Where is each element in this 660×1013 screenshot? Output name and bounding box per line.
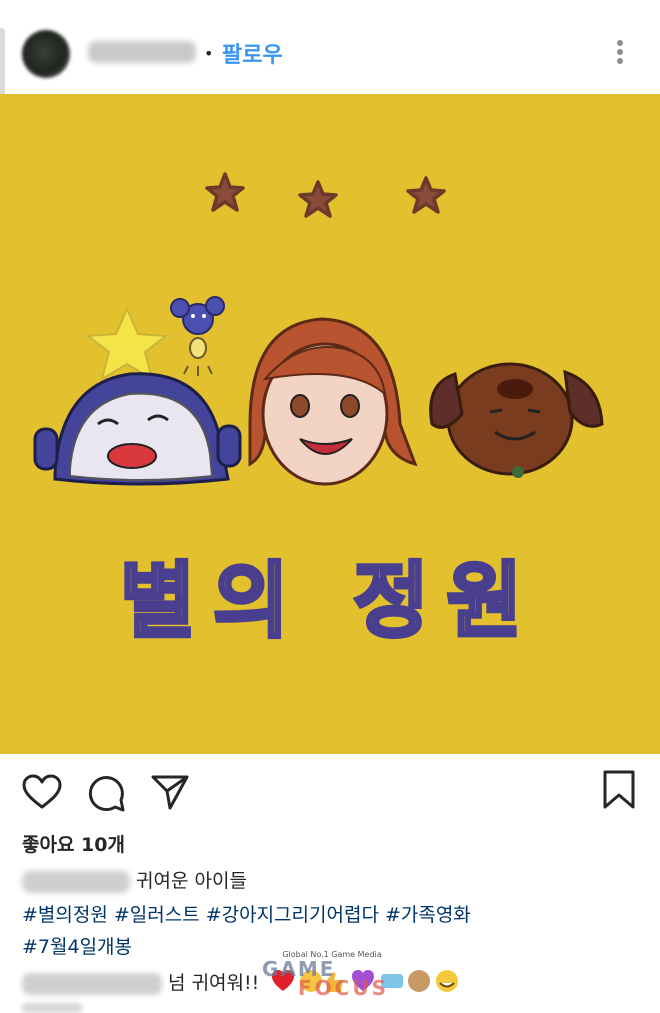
share-icon[interactable] (150, 774, 190, 810)
grinning-face-emoji-icon (436, 970, 459, 992)
hashtag[interactable]: #가족영화 (385, 904, 471, 926)
bookmark-icon[interactable] (603, 770, 635, 810)
caption-text: 귀여운 아이들 (136, 870, 247, 892)
post-illustration: 별의 정원 (33, 172, 604, 651)
post-header: • 팔로우 (0, 0, 660, 94)
post-image[interactable]: 별의 정원 (0, 94, 660, 754)
girl-character (248, 317, 418, 486)
comment-text: 넘 귀여워!! (168, 972, 260, 994)
timestamp-blurred (22, 1003, 82, 1013)
likes-count[interactable]: 좋아요 10개 (22, 830, 125, 857)
action-bar (0, 754, 660, 824)
commenter-username-blurred[interactable] (22, 972, 162, 995)
hashtag-line-2: #7월4일개봉 (22, 932, 138, 959)
palette-emoji-icon (408, 970, 431, 992)
watermark-logo: Global No.1 Game Media GAME FOCUS (262, 950, 402, 1000)
helmet-character (33, 372, 242, 486)
image-title: 별의 정원 (120, 554, 540, 649)
hashtag[interactable]: #별의정원 (22, 904, 108, 926)
comment-line: 넘 귀여워!! (22, 968, 471, 999)
yellow-star (85, 306, 169, 382)
comment-icon[interactable] (88, 774, 126, 812)
separator-dot: • (204, 44, 214, 63)
hashtag[interactable]: #강아지그리기어렵다 (206, 904, 379, 926)
dog-character (429, 362, 604, 478)
hashtag[interactable]: #일러스트 (114, 904, 200, 926)
follow-button[interactable]: 팔로우 (222, 37, 283, 69)
firefly-character (170, 296, 225, 376)
hashtag[interactable]: #7월4일개봉 (22, 936, 132, 958)
hashtag-line-1: #별의정원 #일러스트 #강아지그리기어렵다 #가족영화 (22, 900, 477, 927)
avatar[interactable] (22, 30, 70, 78)
heart-icon[interactable] (22, 774, 62, 810)
username-blurred[interactable] (88, 41, 196, 63)
caption-username-blurred[interactable] (22, 870, 130, 893)
more-options-icon[interactable] (610, 36, 630, 66)
watermark-brand-bottom: FOCUS (298, 976, 389, 1000)
decorative-stars (205, 172, 446, 218)
caption-line: 귀여운 아이들 (22, 866, 247, 893)
